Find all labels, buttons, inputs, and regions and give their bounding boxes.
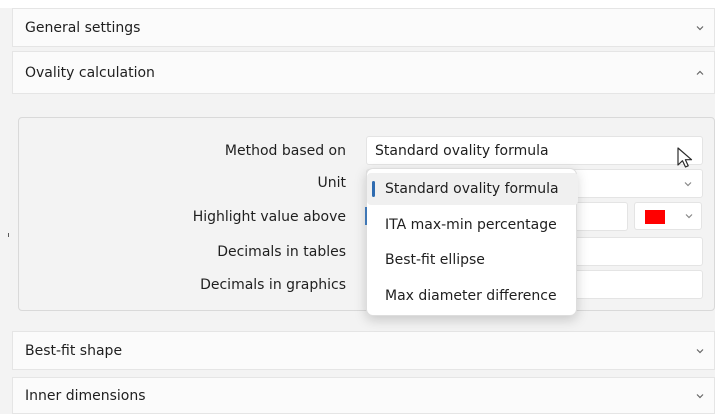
method-dropdown-menu: Standard ovality formula ITA max-min per… — [366, 168, 578, 316]
section-inner-dimensions[interactable]: Inner dimensions — [12, 377, 715, 414]
dropdown-option-label: Max diameter difference — [385, 288, 557, 304]
selected-indicator — [372, 181, 375, 197]
chevron-down-icon[interactable] — [683, 210, 695, 222]
label-method-based-on: Method based on — [224, 143, 346, 159]
section-best-fit-shape[interactable]: Best-fit shape — [12, 331, 715, 370]
label-unit: Unit — [317, 175, 347, 191]
highlight-color-select[interactable] — [634, 202, 702, 230]
chevron-down-icon[interactable] — [694, 22, 706, 34]
section-general-settings[interactable]: General settings — [12, 8, 715, 47]
dropdown-option-label: Standard ovality formula — [385, 181, 559, 197]
chevron-up-icon[interactable] — [694, 67, 706, 79]
section-ovality-calculation[interactable]: Ovality calculation — [12, 51, 715, 94]
pointer-cursor-icon — [677, 147, 693, 168]
top-strip — [0, 0, 715, 8]
dropdown-option-standard-ovality-formula[interactable]: Standard ovality formula — [367, 173, 578, 205]
dropdown-option-label: ITA max-min percentage — [385, 217, 557, 233]
label-decimals-in-tables: Decimals in tables — [217, 244, 346, 260]
method-select-value: Standard ovality formula — [375, 142, 549, 159]
label-decimals-in-graphics: Decimals in graphics — [200, 277, 346, 293]
section-label-best-fit-shape: Best-fit shape — [25, 342, 123, 359]
input-caret — [365, 207, 367, 225]
chevron-down-icon[interactable] — [694, 390, 706, 402]
dropdown-option-label: Best-fit ellipse — [385, 252, 485, 268]
chevron-down-icon[interactable] — [694, 345, 706, 357]
edge-mark — [8, 233, 9, 237]
section-label-ovality-calculation: Ovality calculation — [25, 64, 155, 81]
label-highlight-value-above: Highlight value above — [192, 209, 346, 225]
section-label-inner-dimensions: Inner dimensions — [25, 387, 146, 404]
section-label-general-settings: General settings — [25, 19, 141, 36]
settings-window: General settings Ovality calculation Met… — [0, 0, 715, 414]
dropdown-option-max-diameter-difference[interactable]: Max diameter difference — [367, 280, 578, 312]
chevron-down-icon[interactable] — [682, 178, 694, 190]
highlight-color-swatch — [645, 210, 665, 224]
dropdown-option-best-fit-ellipse[interactable]: Best-fit ellipse — [367, 244, 578, 276]
method-select[interactable]: Standard ovality formula — [366, 136, 703, 165]
dropdown-option-ita-max-min-percentage[interactable]: ITA max-min percentage — [367, 209, 578, 241]
